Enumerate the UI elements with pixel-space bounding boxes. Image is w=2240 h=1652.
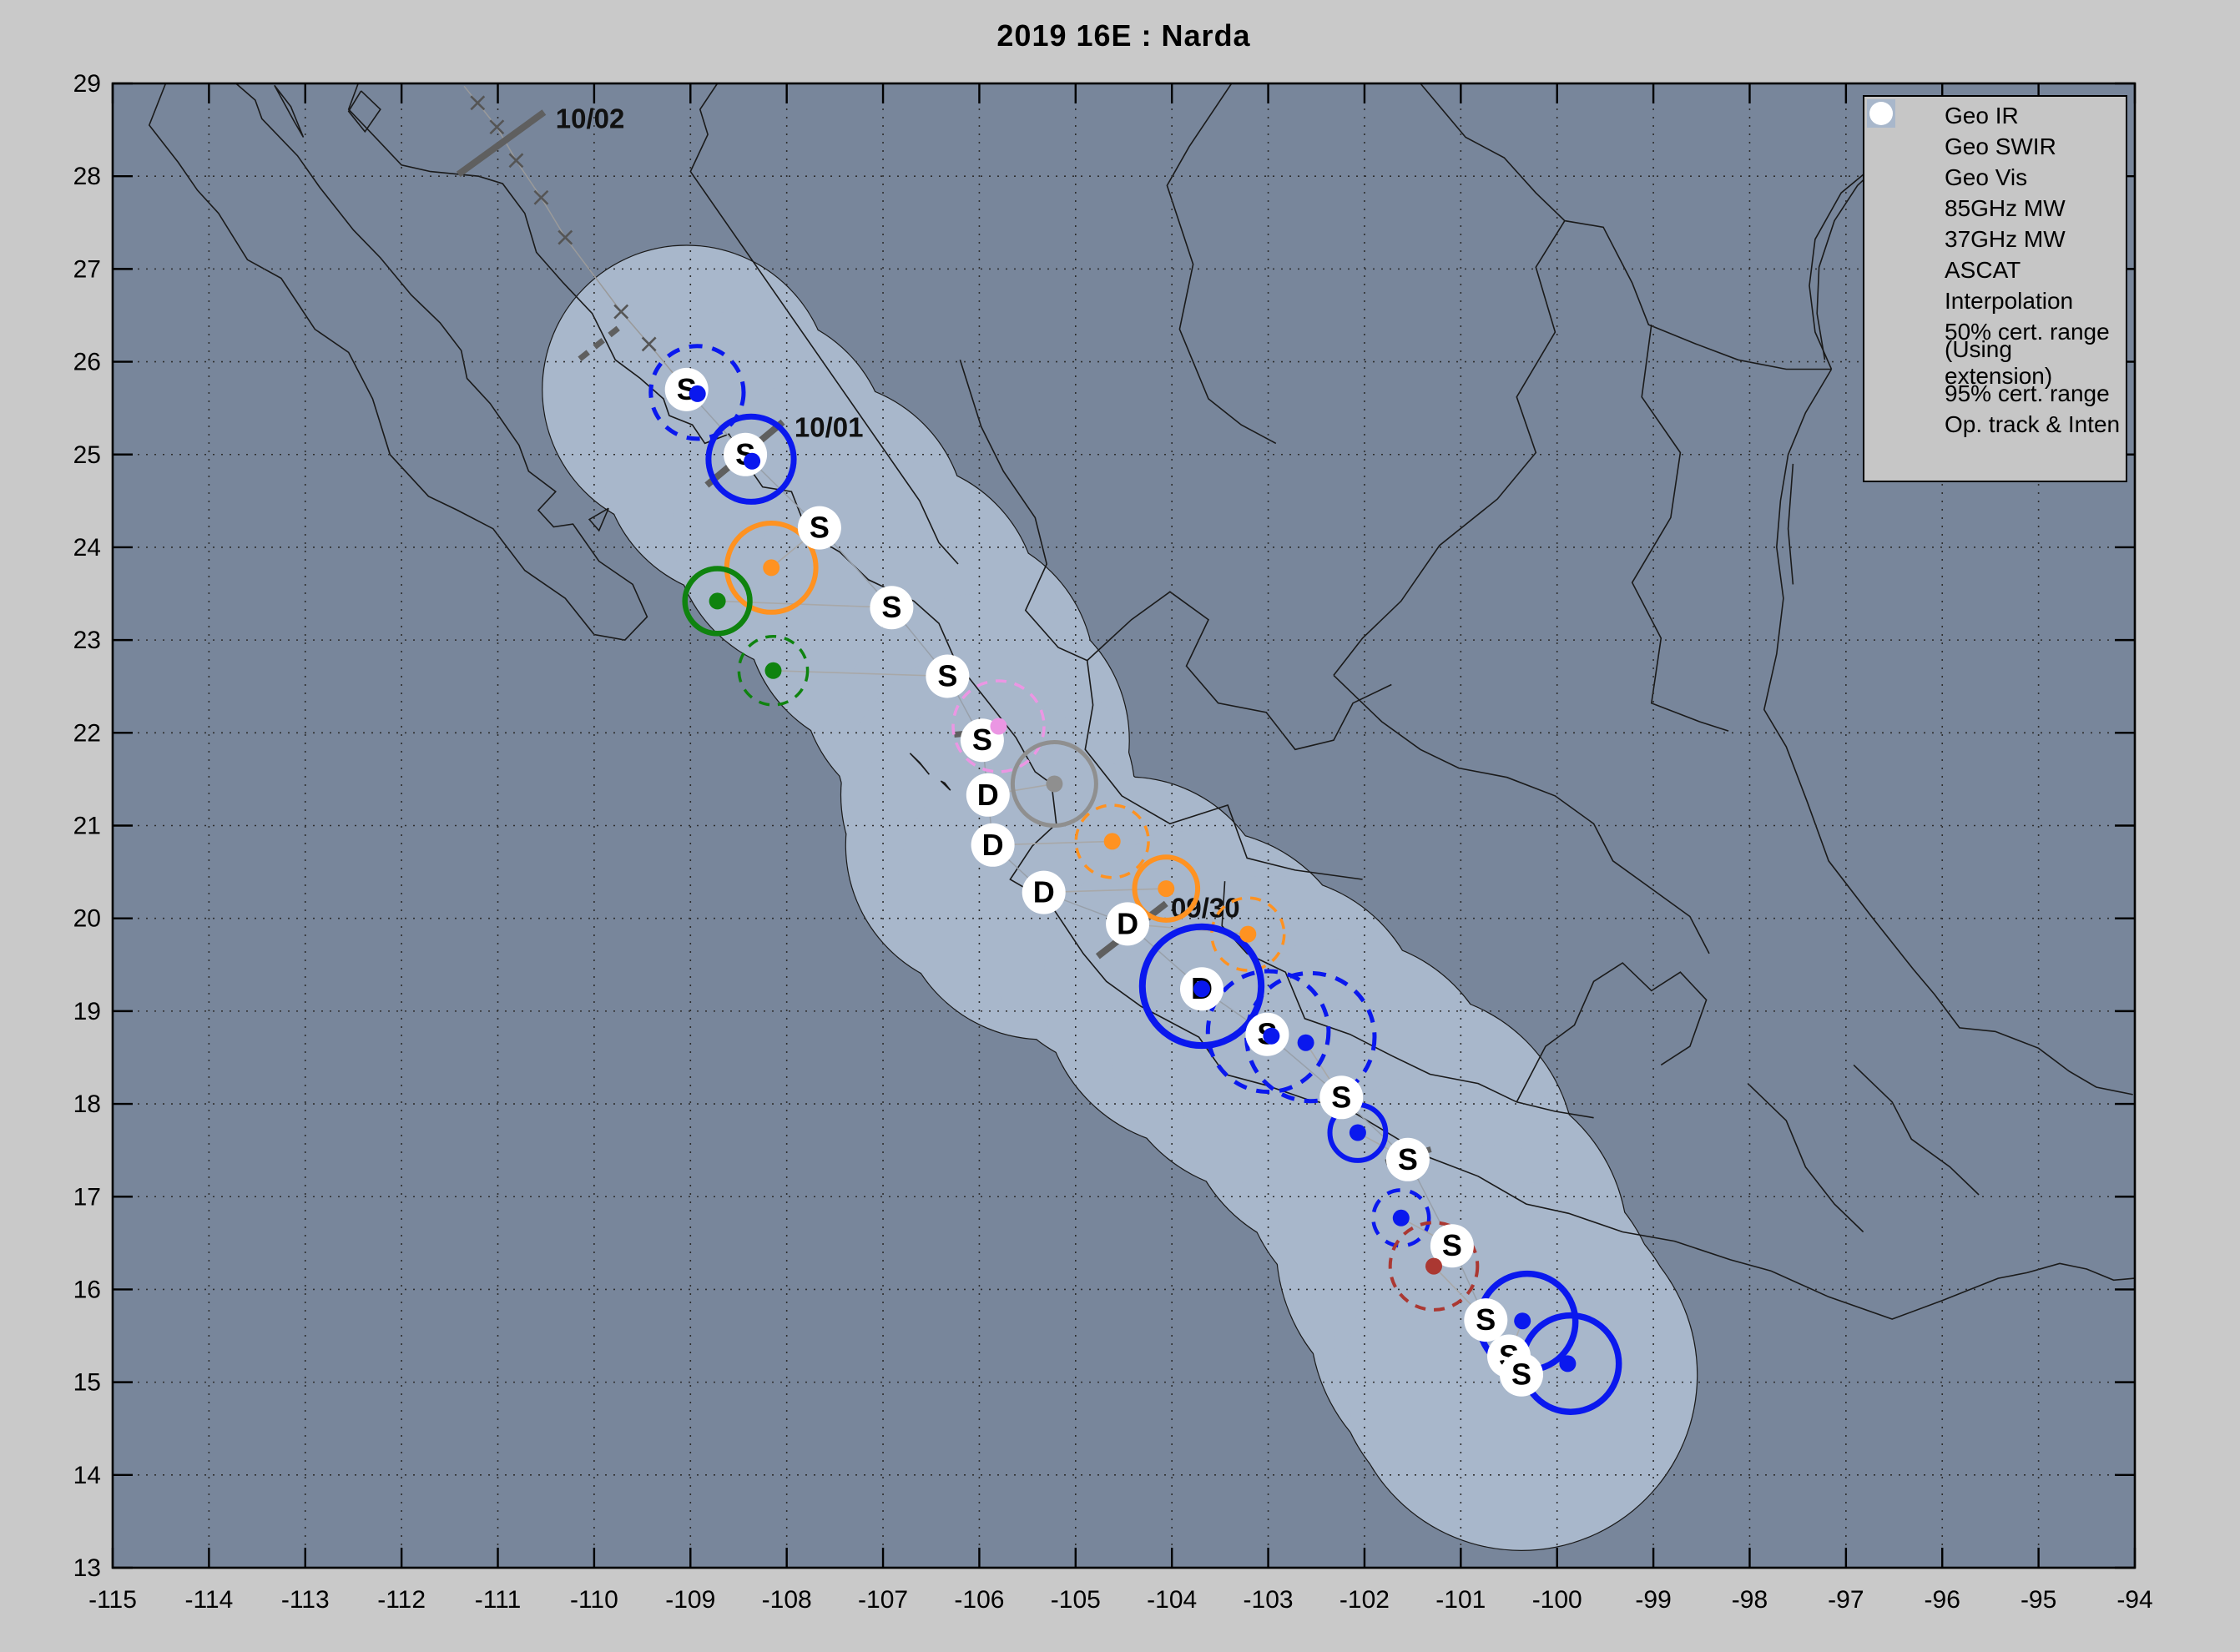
op-intensity-letter: S [1442, 1228, 1462, 1262]
fix-center-dot-geo_swir [1158, 880, 1174, 897]
op-intensity-letter: D [1033, 875, 1055, 909]
op-intensity-letter: S [1511, 1357, 1531, 1392]
fix-center-dot-mw85 [1514, 1312, 1531, 1329]
x-tick-label: -98 [1732, 1586, 1768, 1614]
mw85-dot-on-track [689, 385, 706, 402]
legend-item-label: Geo SWIR [1945, 133, 2056, 160]
op-intensity-letter: S [1476, 1302, 1496, 1337]
plot-title: 2019 16E : Narda [113, 18, 2135, 53]
date-label: 10/01 [795, 412, 864, 443]
fix-center-dot-ascat [765, 662, 782, 679]
y-tick-label: 21 [73, 813, 101, 840]
legend-item: Interpolation [1864, 285, 2126, 316]
mw85-dot-on-track [1193, 980, 1210, 997]
fix-center-dot-mw85 [1298, 1035, 1314, 1051]
x-tick-label: -104 [1147, 1586, 1197, 1614]
op-intensity-letter: S [972, 723, 992, 757]
legend-item-label: Geo Vis [1945, 164, 2027, 191]
x-tick-label: -113 [281, 1586, 330, 1614]
x-tick-label: -112 [377, 1586, 426, 1614]
x-tick-label: -114 [184, 1586, 233, 1614]
fix-center-dot-mw85 [1393, 1210, 1410, 1226]
legend-item-label: Geo IR [1945, 103, 2019, 129]
legend-item: Geo Vis [1864, 162, 2126, 193]
legend-item: 95% cert. range [1864, 378, 2126, 409]
y-tick-label: 17 [73, 1183, 101, 1211]
fix-center-dot-interp [1046, 776, 1062, 793]
mw85-dot-on-track [744, 453, 760, 470]
legend-item-label: 95% cert. range [1945, 380, 2110, 407]
x-tick-label: -107 [858, 1586, 908, 1614]
legend-item: ASCAT [1864, 254, 2126, 285]
op-intensity-letter: S [1331, 1080, 1351, 1114]
date-label: 10/02 [556, 103, 625, 133]
x-tick-label: -109 [665, 1586, 715, 1614]
x-tick-label: -94 [2116, 1586, 2152, 1614]
fix-center-dot-geo_swir [1104, 833, 1121, 849]
x-tick-label: -95 [2021, 1586, 2056, 1614]
x-tick-label: -99 [1635, 1586, 1671, 1614]
legend-item: (Using extension) [1864, 347, 2126, 378]
mw85-dot-on-track [1263, 1028, 1279, 1045]
fix-center-dot-ascat [709, 592, 726, 609]
op-intensity-letter: S [881, 590, 901, 624]
legend-item-label: Op. track & Inten [1945, 411, 2120, 438]
fix-center-dot-geo_swir [763, 559, 779, 576]
y-tick-label: 20 [73, 905, 101, 933]
op-intensity-letter: D [982, 828, 1004, 862]
y-tick-label: 26 [73, 349, 101, 376]
legend: Geo IR Geo SWIR Geo Vis 85GHz MW 37GHz MW ASC… [1863, 95, 2127, 482]
op-intensity-letter: D [1117, 906, 1138, 940]
legend-item: Geo SWIR [1864, 131, 2126, 162]
x-tick-label: -108 [762, 1586, 812, 1614]
y-tick-label: 23 [73, 627, 101, 654]
fix-center-dot-geo_swir [1239, 926, 1256, 943]
y-tick-label: 25 [73, 441, 101, 469]
y-tick-label: 27 [73, 255, 101, 283]
figure-root: -115 -114 -113 -112 -111 -110 -109 -108 -107 -106… [0, 0, 2240, 1652]
y-tick-label: 22 [73, 719, 101, 747]
fix-center-dot-geo_ir [1425, 1258, 1442, 1275]
x-tick-label: -100 [1532, 1586, 1582, 1614]
y-tick-label: 13 [73, 1554, 101, 1582]
y-tick-label: 15 [73, 1369, 101, 1397]
fix-center-dot-mw37 [991, 718, 1007, 735]
fix-center-dot-mw85 [1350, 1125, 1366, 1141]
op-intensity-letter: S [937, 659, 957, 693]
y-tick-label: 16 [73, 1276, 101, 1303]
x-tick-label: -96 [1925, 1586, 1960, 1614]
x-tick-label: -97 [1828, 1586, 1864, 1614]
fix-center-dot-mw85 [1559, 1355, 1576, 1372]
y-tick-label: 19 [73, 998, 101, 1025]
op-intensity-letter: S [1398, 1142, 1418, 1176]
legend-item: 37GHz MW [1864, 224, 2126, 254]
y-tick-label: 28 [73, 163, 101, 190]
y-tick-label: 29 [73, 70, 101, 98]
legend-item: Geo IR [1864, 100, 2126, 131]
op-intensity-letter: D [977, 778, 999, 812]
legend-item-label: 85GHz MW [1945, 195, 2066, 222]
x-tick-label: -102 [1339, 1586, 1390, 1614]
x-tick-label: -115 [88, 1586, 137, 1614]
legend-item-label: Interpolation [1945, 288, 2073, 315]
x-tick-label: -101 [1435, 1586, 1486, 1614]
y-tick-label: 14 [73, 1462, 101, 1489]
x-tick-label: -105 [1051, 1586, 1101, 1614]
x-tick-label: -106 [954, 1586, 1004, 1614]
y-tick-label: 18 [73, 1090, 101, 1118]
legend-item: Op. track & Inten [1864, 409, 2126, 440]
x-tick-label: -110 [570, 1586, 618, 1614]
legend-item-label: ASCAT [1945, 257, 2021, 284]
x-tick-label: -103 [1244, 1586, 1294, 1614]
y-tick-label: 24 [73, 534, 101, 562]
legend-item-label: 37GHz MW [1945, 226, 2066, 253]
op-intensity-letter: S [810, 511, 830, 545]
legend-item: 85GHz MW [1864, 193, 2126, 224]
x-tick-label: -111 [475, 1586, 522, 1614]
